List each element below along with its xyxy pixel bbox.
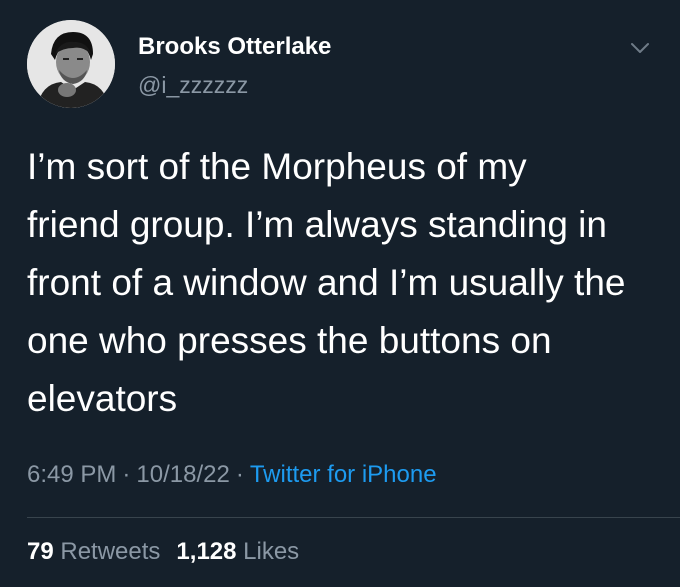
retweets-stat[interactable]: 79 Retweets	[27, 538, 160, 565]
meta-separator: ·	[122, 461, 131, 488]
chevron-down-icon[interactable]	[626, 34, 654, 62]
tweet-meta: 6:49 PM · 10/18/22 · Twitter for iPhone	[27, 461, 437, 489]
retweets-label: Retweets	[60, 538, 161, 565]
tweet-source-link[interactable]: Twitter for iPhone	[250, 461, 437, 488]
avatar[interactable]	[27, 20, 115, 108]
tweet-date[interactable]: 10/18/22	[136, 461, 229, 488]
tweet-text-line: friend group. I’m always standing in	[27, 204, 607, 245]
tweet-text-line: one who presses the buttons on	[27, 320, 552, 361]
tweet-text-line: front of a window and I’m usually the	[27, 262, 626, 303]
author-handle[interactable]: @i_zzzzzz	[138, 72, 248, 99]
tweet-text-line: I’m sort of the Morpheus of my	[27, 146, 527, 187]
likes-count: 1,128	[176, 538, 237, 565]
avatar-photo	[27, 20, 115, 108]
likes-stat[interactable]: 1,128 Likes	[176, 538, 299, 565]
author-name[interactable]: Brooks Otterlake	[138, 33, 331, 61]
likes-label: Likes	[243, 538, 300, 565]
tweet-stats: 79 Retweets 1,128 Likes	[27, 538, 299, 566]
tweet-time[interactable]: 6:49 PM	[27, 461, 116, 488]
meta-separator: ·	[235, 461, 244, 488]
tweet-text: I’m sort of the Morpheus of my friend gr…	[27, 138, 657, 428]
divider	[27, 517, 680, 518]
tweet-text-line: elevators	[27, 378, 178, 419]
retweets-count: 79	[27, 538, 54, 565]
tweet-card: Brooks Otterlake @i_zzzzzz I’m sort of t…	[0, 0, 680, 587]
